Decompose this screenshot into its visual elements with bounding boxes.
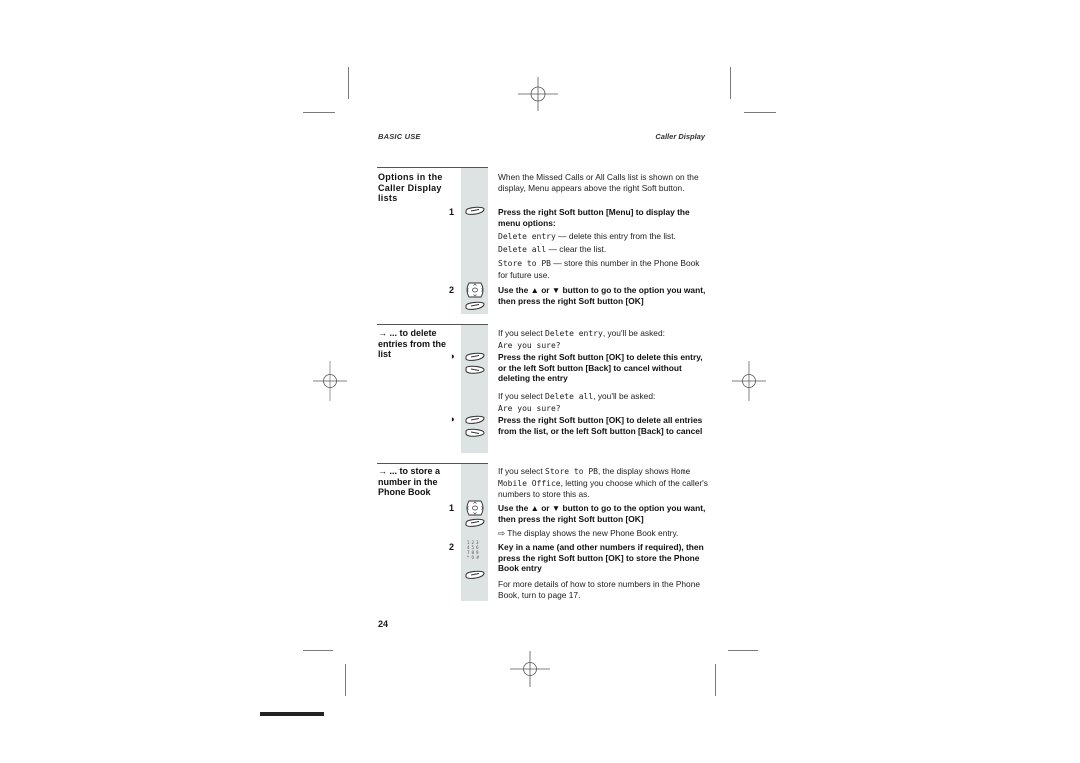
option-term: Store to PB xyxy=(545,467,598,476)
crop-mark-top-right-vertical xyxy=(730,67,731,99)
option-term: Store to PB xyxy=(498,259,551,268)
footer-thumb-bar xyxy=(260,712,324,716)
section-divider-3 xyxy=(377,463,488,464)
option-term: Delete entry xyxy=(498,232,556,241)
soft-button-icon xyxy=(465,206,485,215)
section-divider-1 xyxy=(377,167,488,168)
crop-mark-bottom-right-horizontal xyxy=(728,650,758,651)
step-1-instruction: Press the right Soft button [Menu] to di… xyxy=(498,207,690,228)
step-number: 2 xyxy=(449,542,455,552)
page-number: 24 xyxy=(378,619,389,629)
step-number: 2 xyxy=(449,285,455,295)
delete-all-instruction: Press the right Soft button [OK] to dele… xyxy=(498,415,703,436)
bullet-icon: ◗ xyxy=(450,414,456,424)
svg-text:#: # xyxy=(476,555,480,560)
store-step-1-instruction: Use the ▲ or ▼ button to go to the optio… xyxy=(498,503,706,524)
right-soft-button-icon xyxy=(465,415,485,424)
store-step-1-result: ⇨ The display shows the new Phone Book e… xyxy=(498,528,679,538)
intro-text: If you select xyxy=(498,328,546,338)
section-1-intro: When the Missed Calls or All Calls list … xyxy=(498,172,699,193)
intro-text: If you select xyxy=(498,391,546,401)
menu-option-delete-entry: Delete entry — delete this entry from th… xyxy=(498,231,708,243)
intro-text: If you select xyxy=(498,466,546,476)
confirmation-prompt: Are you sure? xyxy=(498,403,561,413)
step-2-instruction: Use the ▲ or ▼ button to go to the optio… xyxy=(498,285,706,306)
navigation-key-icon xyxy=(466,282,484,298)
registration-mark-left xyxy=(313,361,347,401)
navigation-key-icon xyxy=(466,500,484,516)
bullet-icon: ◗ xyxy=(450,351,456,361)
crop-mark-top-right-horizontal xyxy=(744,112,776,113)
soft-button-icon xyxy=(465,301,485,310)
store-step-2-instruction: Key in a name (and other numbers if requ… xyxy=(498,542,704,573)
registration-mark-right xyxy=(732,361,766,401)
svg-text:0: 0 xyxy=(472,555,475,560)
option-term: Delete entry xyxy=(545,329,603,338)
intro-text: , the display shows xyxy=(598,466,672,476)
step-number: 1 xyxy=(449,207,455,217)
option-term: Delete all xyxy=(498,245,547,254)
crop-mark-bottom-right-vertical xyxy=(715,664,716,696)
intro-text: , you'll be asked: xyxy=(602,328,665,338)
store-step-2-note: For more details of how to store numbers… xyxy=(498,579,701,600)
intro-text: , you'll be asked: xyxy=(593,391,656,401)
crop-mark-top-left-vertical xyxy=(348,67,349,99)
delete-all-prompt-intro: If you select Delete all, you'll be aske… xyxy=(498,391,708,414)
keypad-icon: 123 456 789 * 0 # xyxy=(467,540,480,560)
registration-mark-top xyxy=(518,77,558,111)
option-term: Delete all xyxy=(545,392,594,401)
svg-text:*: * xyxy=(467,555,469,560)
menu-option-delete-all: Delete all — clear the list. xyxy=(498,244,708,256)
soft-button-icon xyxy=(465,570,485,579)
step-number: 1 xyxy=(449,503,455,513)
section-divider-2 xyxy=(377,324,488,325)
crop-mark-bottom-left-vertical xyxy=(345,664,346,696)
soft-button-icon xyxy=(465,518,485,527)
store-to-pb-intro: If you select Store to PB, the display s… xyxy=(498,466,708,500)
section-heading-delete-entries: → ... to delete entries from the list xyxy=(378,328,447,359)
option-description: — delete this entry from the list. xyxy=(555,231,676,241)
left-soft-button-icon xyxy=(465,365,485,374)
delete-entry-instruction: Press the right Soft button [OK] to dele… xyxy=(498,352,703,383)
right-soft-button-icon xyxy=(465,352,485,361)
registration-mark-bottom xyxy=(510,651,550,687)
crop-mark-bottom-left-horizontal xyxy=(303,650,333,651)
option-description: — clear the list. xyxy=(546,244,607,254)
delete-entry-prompt-intro: If you select Delete entry, you'll be as… xyxy=(498,328,708,351)
section-heading-store-number: → ... to store a number in the Phone Boo… xyxy=(378,466,441,497)
confirmation-prompt: Are you sure? xyxy=(498,340,561,350)
running-header-section: BASIC USE xyxy=(378,132,421,141)
left-soft-button-icon xyxy=(465,428,485,437)
section-heading-options: Options in the Caller Display lists xyxy=(378,172,443,203)
menu-option-store-to-pb: Store to PB — store this number in the P… xyxy=(498,258,708,280)
crop-mark-top-left-horizontal xyxy=(303,112,335,113)
running-header-topic: Caller Display xyxy=(655,132,705,141)
